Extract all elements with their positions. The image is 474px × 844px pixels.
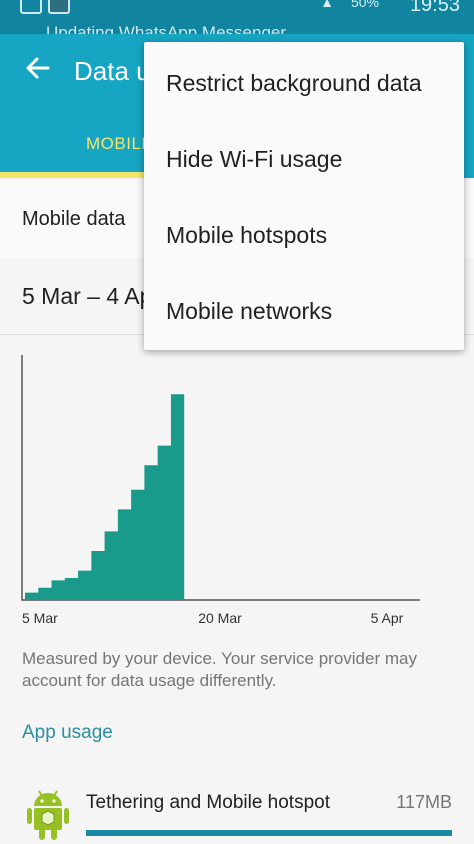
usage-area-series xyxy=(25,391,185,600)
menu-item-label: Mobile networks xyxy=(166,298,333,324)
menu-item-label: Hide Wi-Fi usage xyxy=(166,146,343,172)
x-tick-label: 5 Apr xyxy=(371,610,404,626)
app-usage-bar-fill xyxy=(86,830,452,836)
chart-axes xyxy=(21,355,420,601)
clock: 19:53 xyxy=(409,0,460,16)
menu-item-label: Restrict background data xyxy=(166,70,422,96)
battery-level: 50% xyxy=(350,0,379,10)
app-name: Tethering and Mobile hotspot xyxy=(86,792,330,813)
mobile-data-label: Mobile data xyxy=(22,208,126,230)
x-tick-label: 5 Mar xyxy=(22,610,58,626)
usage-chart-svg: 5 Mar 20 Mar 5 Apr xyxy=(21,355,420,626)
status-bar: Updating WhatsApp Messenger ▲ 50% 19:53 xyxy=(0,0,474,42)
billing-cycle-label: 5 Mar – 4 Apr xyxy=(22,283,161,309)
app-usage-heading: App usage xyxy=(22,722,113,743)
menu-item-mobile-networks[interactable]: Mobile networks xyxy=(144,274,464,350)
app-usage-item[interactable]: Tethering and Mobile hotspot 117MB xyxy=(0,778,474,842)
menu-item-restrict-background-data[interactable]: Restrict background data xyxy=(144,46,464,122)
tab-indicator xyxy=(0,172,160,178)
back-arrow-icon[interactable] xyxy=(22,52,54,84)
gallery-notification-icon xyxy=(20,0,42,14)
app-data-size: 117MB xyxy=(396,792,452,812)
app-usage-bar xyxy=(86,830,452,836)
x-tick-label: 20 Mar xyxy=(198,610,242,626)
menu-item-label: Mobile hotspots xyxy=(166,222,328,248)
menu-item-mobile-hotspots[interactable]: Mobile hotspots xyxy=(144,198,464,274)
download-notification-icon xyxy=(48,0,70,14)
measurement-note: Measured by your device. Your service pr… xyxy=(22,649,417,690)
overflow-menu: Restrict background data Hide Wi-Fi usag… xyxy=(144,42,464,350)
android-icon xyxy=(27,790,69,840)
signal-icon: ▲ xyxy=(320,0,334,10)
menu-item-hide-wifi-usage[interactable]: Hide Wi-Fi usage xyxy=(144,122,464,198)
data-usage-chart[interactable]: 5 Mar 20 Mar 5 Apr xyxy=(0,335,474,635)
